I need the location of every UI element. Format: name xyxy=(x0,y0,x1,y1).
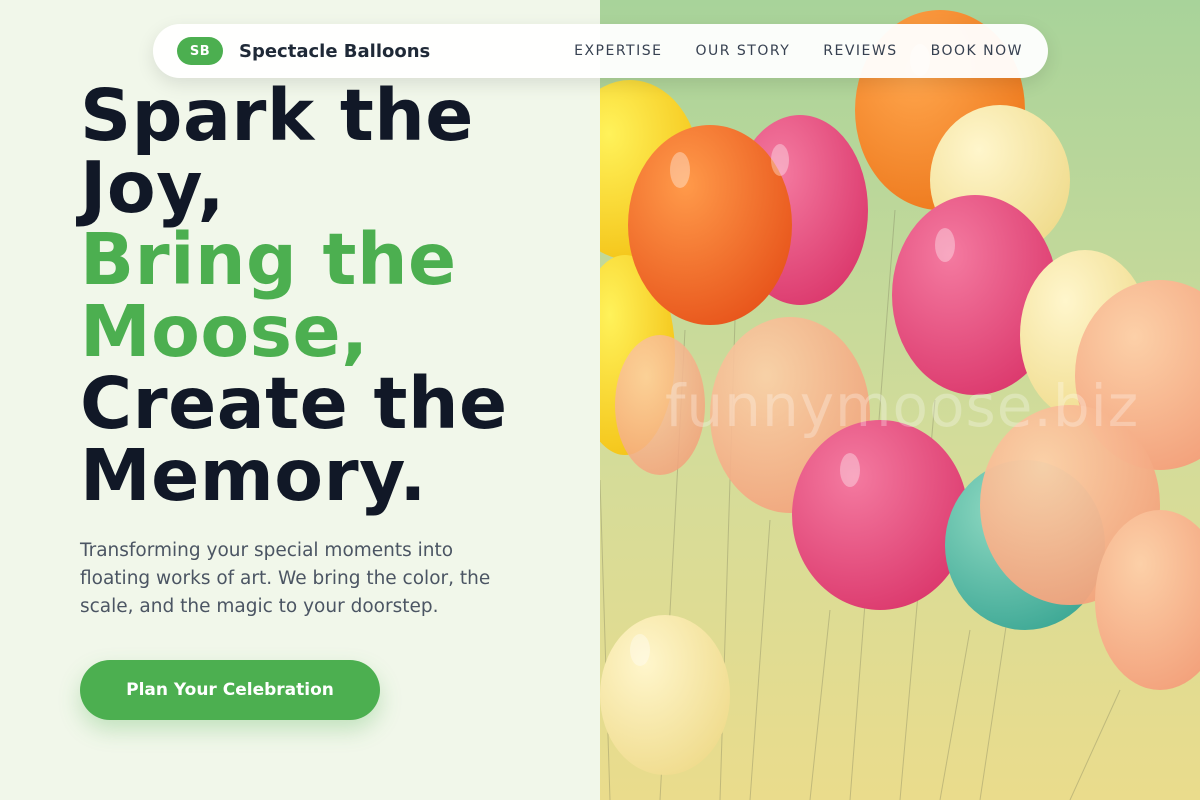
headline-line: Spark the xyxy=(80,74,474,157)
logo-badge[interactable]: SB xyxy=(177,37,223,65)
hero-headline: Spark the Joy, Bring the Moose, Create t… xyxy=(80,80,580,512)
plan-celebration-button[interactable]: Plan Your Celebration xyxy=(80,660,380,720)
headline-accent-line: Moose, xyxy=(80,290,369,373)
brand-name[interactable]: Spectacle Balloons xyxy=(239,41,430,62)
nav-link-our-story[interactable]: OUR STORY xyxy=(695,43,790,59)
nav-links: EXPERTISE OUR STORY REVIEWS BOOK NOW xyxy=(574,43,1023,59)
hero-subtitle: Transforming your special moments into f… xyxy=(80,540,491,617)
headline-line: Memory. xyxy=(80,434,427,517)
nav-link-expertise[interactable]: EXPERTISE xyxy=(574,43,662,59)
watermark-text: funnymoose.biz xyxy=(665,372,1140,440)
headline-line: Create the xyxy=(80,362,508,445)
headline-accent-line: Bring the xyxy=(80,218,457,301)
nav-link-reviews[interactable]: REVIEWS xyxy=(823,43,897,59)
headline-line: Joy, xyxy=(80,146,225,229)
nav-link-book-now[interactable]: BOOK NOW xyxy=(931,43,1023,59)
top-navbar: SB Spectacle Balloons EXPERTISE OUR STOR… xyxy=(153,24,1048,78)
